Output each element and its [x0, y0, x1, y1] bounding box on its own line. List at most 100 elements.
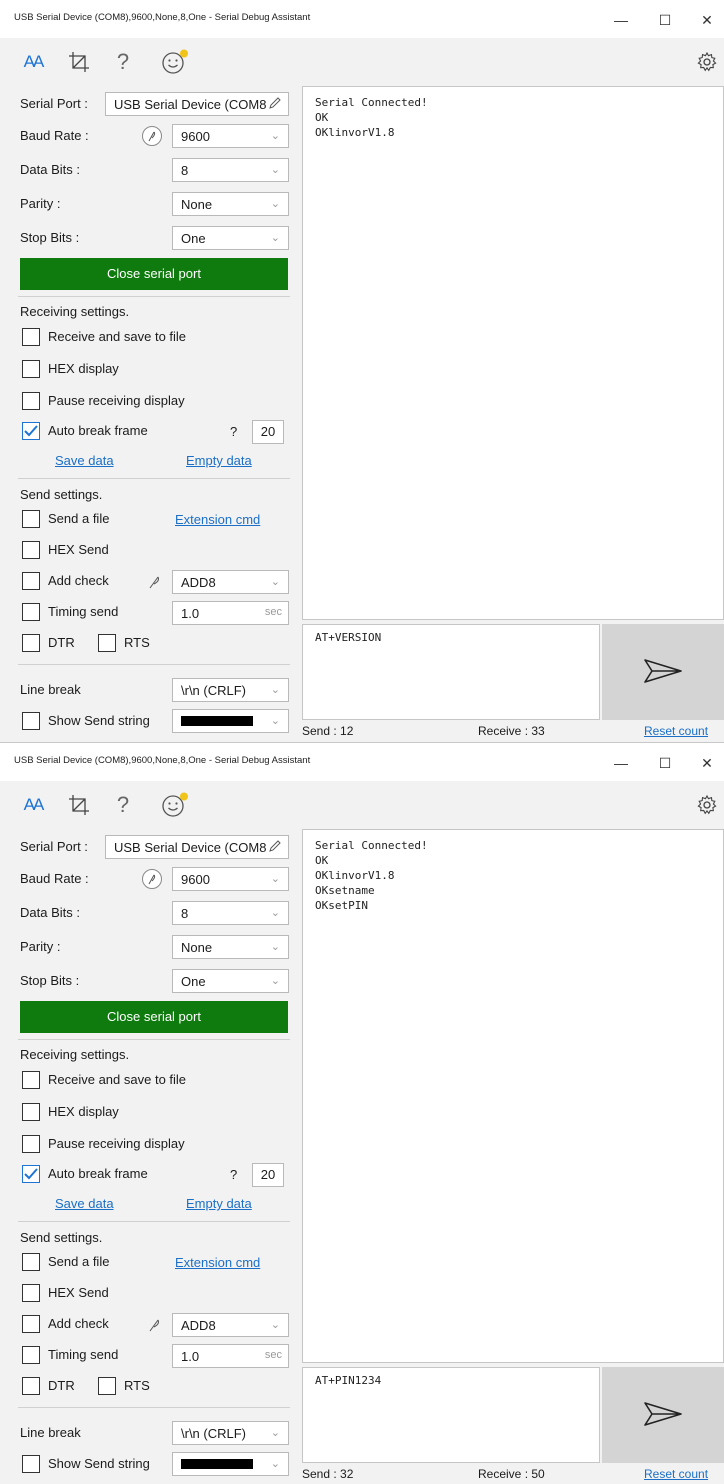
timing-send-label: Timing send: [48, 1347, 119, 1362]
maximize-button[interactable]: ☐: [642, 6, 688, 34]
dtr-checkbox[interactable]: [22, 1377, 40, 1395]
close-window-button[interactable]: ✕: [684, 6, 724, 34]
parity-select[interactable]: None ⌄: [172, 935, 289, 959]
pencil-icon[interactable]: [268, 96, 282, 113]
show-send-string-checkbox[interactable]: [22, 712, 40, 730]
hex-display-checkbox[interactable]: [22, 360, 40, 378]
feather-icon[interactable]: [146, 573, 166, 593]
pause-display-checkbox[interactable]: [22, 1135, 40, 1153]
receive-line: OKlinvorV1.8: [315, 126, 395, 139]
send-button[interactable]: [602, 1367, 724, 1463]
crop-icon[interactable]: [64, 789, 94, 821]
serial-port-select[interactable]: USB Serial Device (COM8: [105, 835, 289, 859]
parity-select[interactable]: None ⌄: [172, 192, 289, 216]
data-bits-select[interactable]: 8 ⌄: [172, 901, 289, 925]
receive-area[interactable]: Serial Connected! OK OKlinvorV1.8 OKsetname…: [302, 829, 724, 1363]
font-size-icon[interactable]: AA: [20, 46, 46, 78]
data-bits-select[interactable]: 8 ⌄: [172, 158, 289, 182]
auto-break-checkbox[interactable]: [22, 422, 40, 440]
feather-icon[interactable]: [146, 1316, 166, 1336]
maximize-button[interactable]: ☐: [642, 749, 688, 777]
auto-break-timeout-input[interactable]: 20: [252, 420, 284, 444]
timing-send-checkbox[interactable]: [22, 1346, 40, 1364]
empty-data-link[interactable]: Empty data: [186, 453, 252, 468]
timing-interval-input[interactable]: 1.0 sec: [172, 601, 289, 625]
auto-break-checkbox[interactable]: [22, 1165, 40, 1183]
chevron-down-icon: ⌄: [270, 1458, 280, 1470]
hex-send-checkbox[interactable]: [22, 1284, 40, 1302]
baud-custom-button[interactable]: [142, 126, 162, 146]
extension-cmd-link[interactable]: Extension cmd: [175, 512, 260, 527]
hex-send-checkbox[interactable]: [22, 541, 40, 559]
add-check-select[interactable]: ADD8 ⌄: [172, 1313, 289, 1337]
show-send-string-checkbox[interactable]: [22, 1455, 40, 1473]
timing-send-checkbox[interactable]: [22, 603, 40, 621]
baud-rate-label: Baud Rate :: [20, 871, 89, 886]
receive-save-file-checkbox[interactable]: [22, 1071, 40, 1089]
chevron-down-icon: ⌄: [270, 975, 280, 987]
auto-break-timeout-input[interactable]: 20: [252, 1163, 284, 1187]
receive-line: OKlinvorV1.8: [315, 869, 395, 882]
serial-port-label: Serial Port :: [20, 96, 88, 111]
settings-gear-icon[interactable]: [694, 789, 720, 821]
divider: [18, 1039, 290, 1040]
parity-label: Parity :: [20, 939, 61, 954]
chevron-down-icon: ⌄: [270, 941, 280, 953]
pencil-icon[interactable]: [268, 839, 282, 856]
minimize-button[interactable]: —: [598, 749, 644, 777]
receive-area[interactable]: Serial Connected! OK OKlinvorV1.8: [302, 86, 724, 620]
line-break-select[interactable]: \r\n (CRLF) ⌄: [172, 678, 289, 702]
send-button[interactable]: [602, 624, 724, 720]
send-input[interactable]: AT+VERSION: [302, 624, 600, 720]
close-serial-port-button[interactable]: Close serial port: [20, 1001, 288, 1033]
send-input[interactable]: AT+PIN1234: [302, 1367, 600, 1463]
auto-break-help-icon[interactable]: ?: [230, 1167, 237, 1182]
close-serial-port-button[interactable]: Close serial port: [20, 258, 288, 290]
hex-display-checkbox[interactable]: [22, 1103, 40, 1121]
extension-cmd-link[interactable]: Extension cmd: [175, 1255, 260, 1270]
line-break-select[interactable]: \r\n (CRLF) ⌄: [172, 1421, 289, 1445]
data-bits-value: 8: [181, 162, 189, 178]
stop-bits-select[interactable]: One ⌄: [172, 969, 289, 993]
baud-rate-select[interactable]: 9600 ⌄: [172, 124, 289, 148]
data-bits-label: Data Bits :: [20, 905, 80, 920]
dtr-checkbox[interactable]: [22, 634, 40, 652]
chevron-down-icon: ⌄: [270, 198, 280, 210]
baud-custom-button[interactable]: [142, 869, 162, 889]
minimize-button[interactable]: —: [598, 6, 644, 34]
color-swatch: [181, 716, 253, 726]
empty-data-link[interactable]: Empty data: [186, 1196, 252, 1211]
send-file-checkbox[interactable]: [22, 510, 40, 528]
send-string-color-select[interactable]: ⌄: [172, 709, 289, 733]
save-data-link[interactable]: Save data: [55, 1196, 114, 1211]
send-string-color-select[interactable]: ⌄: [172, 1452, 289, 1476]
crop-icon[interactable]: [64, 46, 94, 78]
color-swatch: [181, 1459, 253, 1469]
serial-port-select[interactable]: USB Serial Device (COM8: [105, 92, 289, 116]
save-data-link[interactable]: Save data: [55, 453, 114, 468]
reset-count-link[interactable]: Reset count: [644, 724, 708, 738]
font-size-icon[interactable]: AA: [20, 789, 46, 821]
pause-display-checkbox[interactable]: [22, 392, 40, 410]
add-check-select[interactable]: ADD8 ⌄: [172, 570, 289, 594]
baud-rate-select[interactable]: 9600 ⌄: [172, 867, 289, 891]
close-window-button[interactable]: ✕: [684, 749, 724, 777]
reset-count-link[interactable]: Reset count: [644, 1467, 708, 1481]
add-check-checkbox[interactable]: [22, 1315, 40, 1333]
add-check-checkbox[interactable]: [22, 572, 40, 590]
stop-bits-select[interactable]: One ⌄: [172, 226, 289, 250]
parity-value: None: [181, 939, 213, 955]
smiley-icon[interactable]: [158, 789, 192, 821]
help-icon[interactable]: ?: [110, 46, 136, 78]
timing-interval-input[interactable]: 1.0 sec: [172, 1344, 289, 1368]
help-icon[interactable]: ?: [110, 789, 136, 821]
auto-break-help-icon[interactable]: ?: [230, 424, 237, 439]
receive-save-file-checkbox[interactable]: [22, 328, 40, 346]
receiving-settings-heading: Receiving settings.: [20, 1047, 130, 1062]
send-file-checkbox[interactable]: [22, 1253, 40, 1271]
rts-checkbox[interactable]: [98, 1377, 116, 1395]
rts-checkbox[interactable]: [98, 634, 116, 652]
settings-gear-icon[interactable]: [694, 46, 720, 78]
smiley-icon[interactable]: [158, 46, 192, 78]
data-bits-label: Data Bits :: [20, 162, 80, 177]
